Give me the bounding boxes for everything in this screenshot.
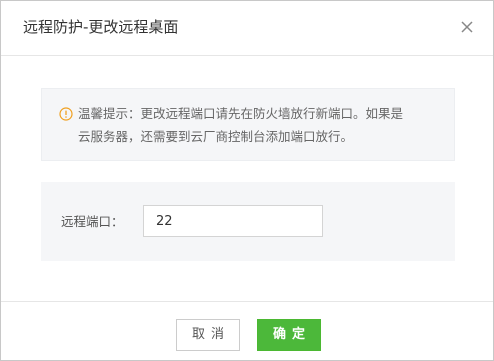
notice-text: 温馨提示：更改远程端口请先在防火墙放行新端口。如果是 云服务器，还需要到云厂商控… — [78, 102, 448, 148]
notice-line-1: 温馨提示：更改远程端口请先在防火墙放行新端口。如果是 — [78, 106, 404, 121]
dialog-title: 远程防护-更改远程桌面 — [23, 18, 179, 36]
port-input[interactable] — [143, 205, 323, 237]
cancel-button[interactable]: 取消 — [176, 319, 240, 351]
port-form: 远程端口： — [41, 182, 455, 261]
warning-circle-icon — [59, 106, 73, 121]
dialog-footer: 取消 确定 — [1, 301, 493, 361]
warning-notice: 温馨提示：更改远程端口请先在防火墙放行新端口。如果是 云服务器，还需要到云厂商控… — [41, 88, 455, 161]
close-icon[interactable] — [458, 18, 476, 36]
dialog-header: 远程防护-更改远程桌面 — [1, 1, 493, 56]
confirm-button[interactable]: 确定 — [257, 319, 321, 351]
change-remote-desktop-dialog: 远程防护-更改远程桌面 温馨提示：更改远程端口请先在防火墙放行新端口。如果是 云… — [0, 0, 494, 361]
notice-line-2: 云服务器，还需要到云厂商控制台添加端口放行。 — [78, 129, 354, 144]
port-label: 远程端口： — [61, 214, 124, 229]
